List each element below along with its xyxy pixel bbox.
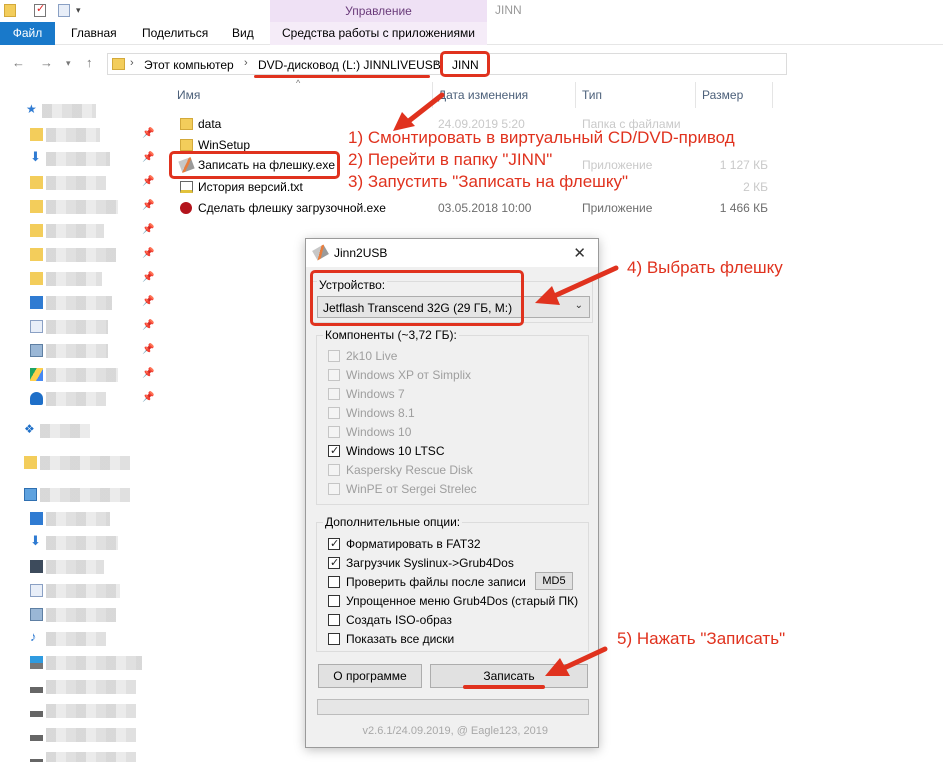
annotation-arrows [393, 92, 619, 676]
arrow-step-1 [393, 92, 445, 131]
arrow-step-4 [535, 265, 619, 305]
arrow-step-5 [545, 646, 608, 676]
